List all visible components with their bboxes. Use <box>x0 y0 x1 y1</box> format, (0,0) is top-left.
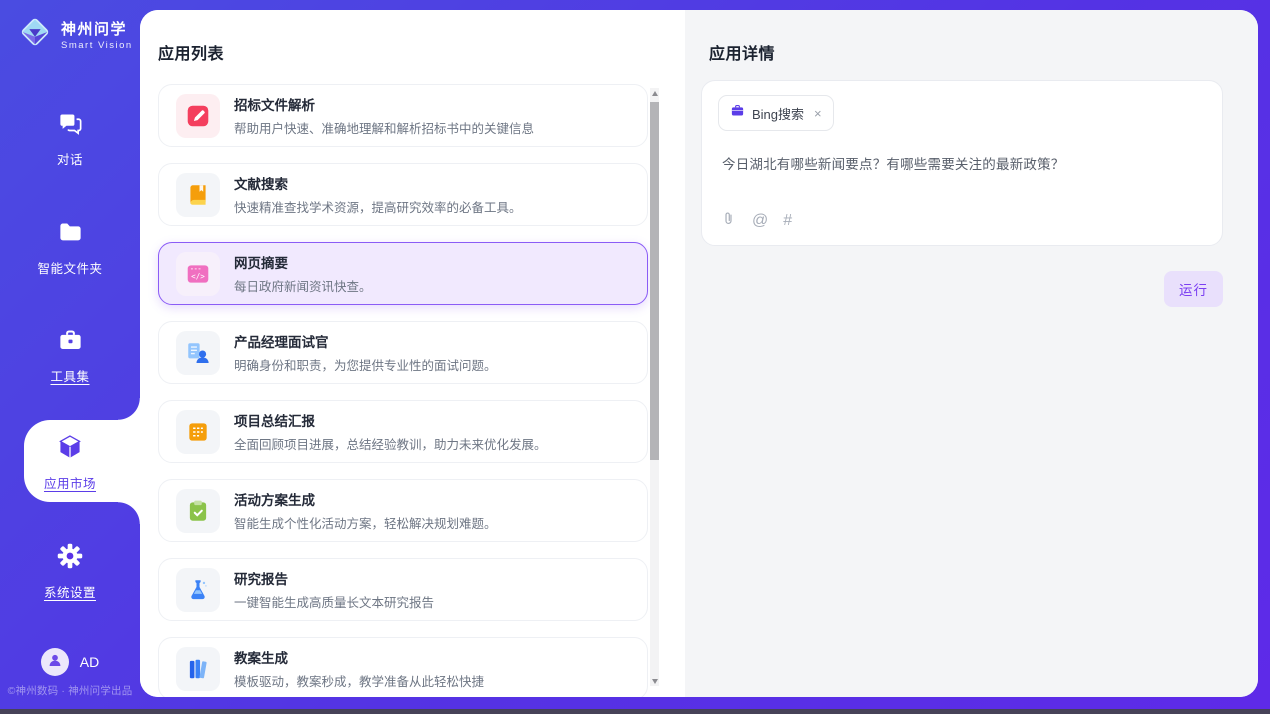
cube-icon <box>56 433 84 466</box>
summary-note-icon <box>176 410 220 454</box>
app-card-desc: 明确身份和职责，为您提供专业性的面试问题。 <box>234 355 497 374</box>
mention-icon[interactable]: @ <box>752 213 768 229</box>
avatar <box>41 648 69 676</box>
app-card-name: 研究报告 <box>234 568 434 588</box>
app-card-desc: 帮助用户快速、准确地理解和解析招标书中的关键信息 <box>234 118 534 137</box>
sidebar-item-toolset[interactable]: 工具集 <box>0 327 140 385</box>
app-card-name: 文献搜索 <box>234 173 522 193</box>
copyright-text: ©神州数码 · 神州问学出品 <box>0 683 140 698</box>
composer-toolbar: @ # <box>720 210 792 232</box>
scroll-up-arrow-icon[interactable] <box>650 88 659 98</box>
interviewer-icon <box>176 331 220 375</box>
app-card-project-summary[interactable]: 项目总结汇报 全面回顾项目进展，总结经验教训，助力未来优化发展。 <box>158 400 648 463</box>
app-card-list: 招标文件解析 帮助用户快速、准确地理解和解析招标书中的关键信息 文献搜索 快速精… <box>158 84 648 697</box>
paperclip-icon[interactable] <box>720 210 737 232</box>
edit-document-icon <box>176 94 220 138</box>
app-card-lesson-plan[interactable]: 教案生成 模板驱动，教案秒成，教学准备从此轻松快捷 <box>158 637 648 697</box>
briefcase-icon <box>730 103 745 123</box>
books-icon <box>176 647 220 691</box>
gear-icon <box>56 542 84 575</box>
sidebar: 神州问学 Smart Vision 对话 智能文件夹 工具集 <box>0 0 140 714</box>
app-card-desc: 智能生成个性化活动方案，轻松解决规划难题。 <box>234 513 497 532</box>
flask-icon <box>176 568 220 612</box>
app-card-name: 项目总结汇报 <box>234 410 547 430</box>
hash-icon[interactable]: # <box>783 213 792 229</box>
chat-icon <box>57 110 84 142</box>
app-detail-title: 应用详情 <box>709 40 775 64</box>
sidebar-item-label: 应用市场 <box>44 473 96 492</box>
clipboard-check-icon <box>176 489 220 533</box>
sidebar-item-settings[interactable]: 系统设置 <box>0 542 140 601</box>
content-shell: 应用列表 招标文件解析 帮助用户快速、准确地理解和解析招标书中的关键信息 <box>140 10 1258 697</box>
app-card-web-summary[interactable]: </> 网页摘要 每日政府新闻资讯快查。 <box>158 242 648 305</box>
tool-tag-label: Bing搜索 <box>752 104 804 123</box>
app-list-title: 应用列表 <box>158 40 224 64</box>
prompt-editor-card[interactable]: Bing搜索 × 今日湖北有哪些新闻要点？有哪些需要关注的最新政策？ @ # <box>701 80 1223 246</box>
tool-tag-bing-search[interactable]: Bing搜索 × <box>718 95 834 131</box>
brand-logo: 神州问学 Smart Vision <box>16 13 133 56</box>
app-card-desc: 一键智能生成高质量长文本研究报告 <box>234 592 434 611</box>
app-list-scrollbar[interactable] <box>650 88 659 686</box>
person-avatar-icon <box>46 651 64 674</box>
user-account[interactable]: AD <box>0 648 140 676</box>
app-list-panel: 应用列表 招标文件解析 帮助用户快速、准确地理解和解析招标书中的关键信息 <box>140 10 685 697</box>
user-initials: AD <box>80 654 99 670</box>
folder-icon <box>57 219 84 251</box>
app-card-desc: 快速精准查找学术资源，提高研究效率的必备工具。 <box>234 197 522 216</box>
brand-name: 神州问学 <box>61 18 133 39</box>
sidebar-item-label: 工具集 <box>50 366 89 385</box>
prompt-text[interactable]: 今日湖北有哪些新闻要点？有哪些需要关注的最新政策？ <box>722 153 1202 173</box>
gem-diamond-icon <box>16 13 54 56</box>
app-card-literature-search[interactable]: 文献搜索 快速精准查找学术资源，提高研究效率的必备工具。 <box>158 163 648 226</box>
sidebar-item-chat[interactable]: 对话 <box>0 110 140 168</box>
sidebar-item-label: 系统设置 <box>44 582 96 601</box>
app-detail-panel: 应用详情 Bing搜索 × 今日湖北有哪些新闻要点？有哪些需要关注的最新政策？ <box>685 10 1258 697</box>
app-card-name: 教案生成 <box>234 647 484 667</box>
app-card-desc: 模板驱动，教案秒成，教学准备从此轻松快捷 <box>234 671 484 690</box>
app-card-name: 产品经理面试官 <box>234 331 497 351</box>
app-card-name: 网页摘要 <box>234 252 372 272</box>
app-card-desc: 每日政府新闻资讯快查。 <box>234 276 372 295</box>
app-card-name: 活动方案生成 <box>234 489 497 509</box>
scrollbar-thumb[interactable] <box>650 102 659 460</box>
sidebar-item-label: 对话 <box>57 149 83 168</box>
svg-text:</>: </> <box>191 272 205 281</box>
web-code-icon: </> <box>176 252 220 296</box>
book-icon <box>176 173 220 217</box>
close-icon[interactable]: × <box>814 107 822 120</box>
app-card-name: 招标文件解析 <box>234 94 534 114</box>
app-card-research-report[interactable]: 研究报告 一键智能生成高质量长文本研究报告 <box>158 558 648 621</box>
sidebar-item-app-market[interactable]: 应用市场 <box>0 433 140 492</box>
app-card-desc: 全面回顾项目进展，总结经验教训，助力未来优化发展。 <box>234 434 547 453</box>
scroll-down-arrow-icon[interactable] <box>650 676 659 686</box>
app-card-pm-interviewer[interactable]: 产品经理面试官 明确身份和职责，为您提供专业性的面试问题。 <box>158 321 648 384</box>
app-card-event-plan[interactable]: 活动方案生成 智能生成个性化活动方案，轻松解决规划难题。 <box>158 479 648 542</box>
toolbox-icon <box>57 327 84 359</box>
sidebar-item-smart-folders[interactable]: 智能文件夹 <box>0 219 140 277</box>
app-card-bid-parse[interactable]: 招标文件解析 帮助用户快速、准确地理解和解析招标书中的关键信息 <box>158 84 648 147</box>
brand-subtitle: Smart Vision <box>61 40 133 51</box>
sidebar-item-label: 智能文件夹 <box>37 258 102 277</box>
run-button[interactable]: 运行 <box>1164 271 1223 307</box>
